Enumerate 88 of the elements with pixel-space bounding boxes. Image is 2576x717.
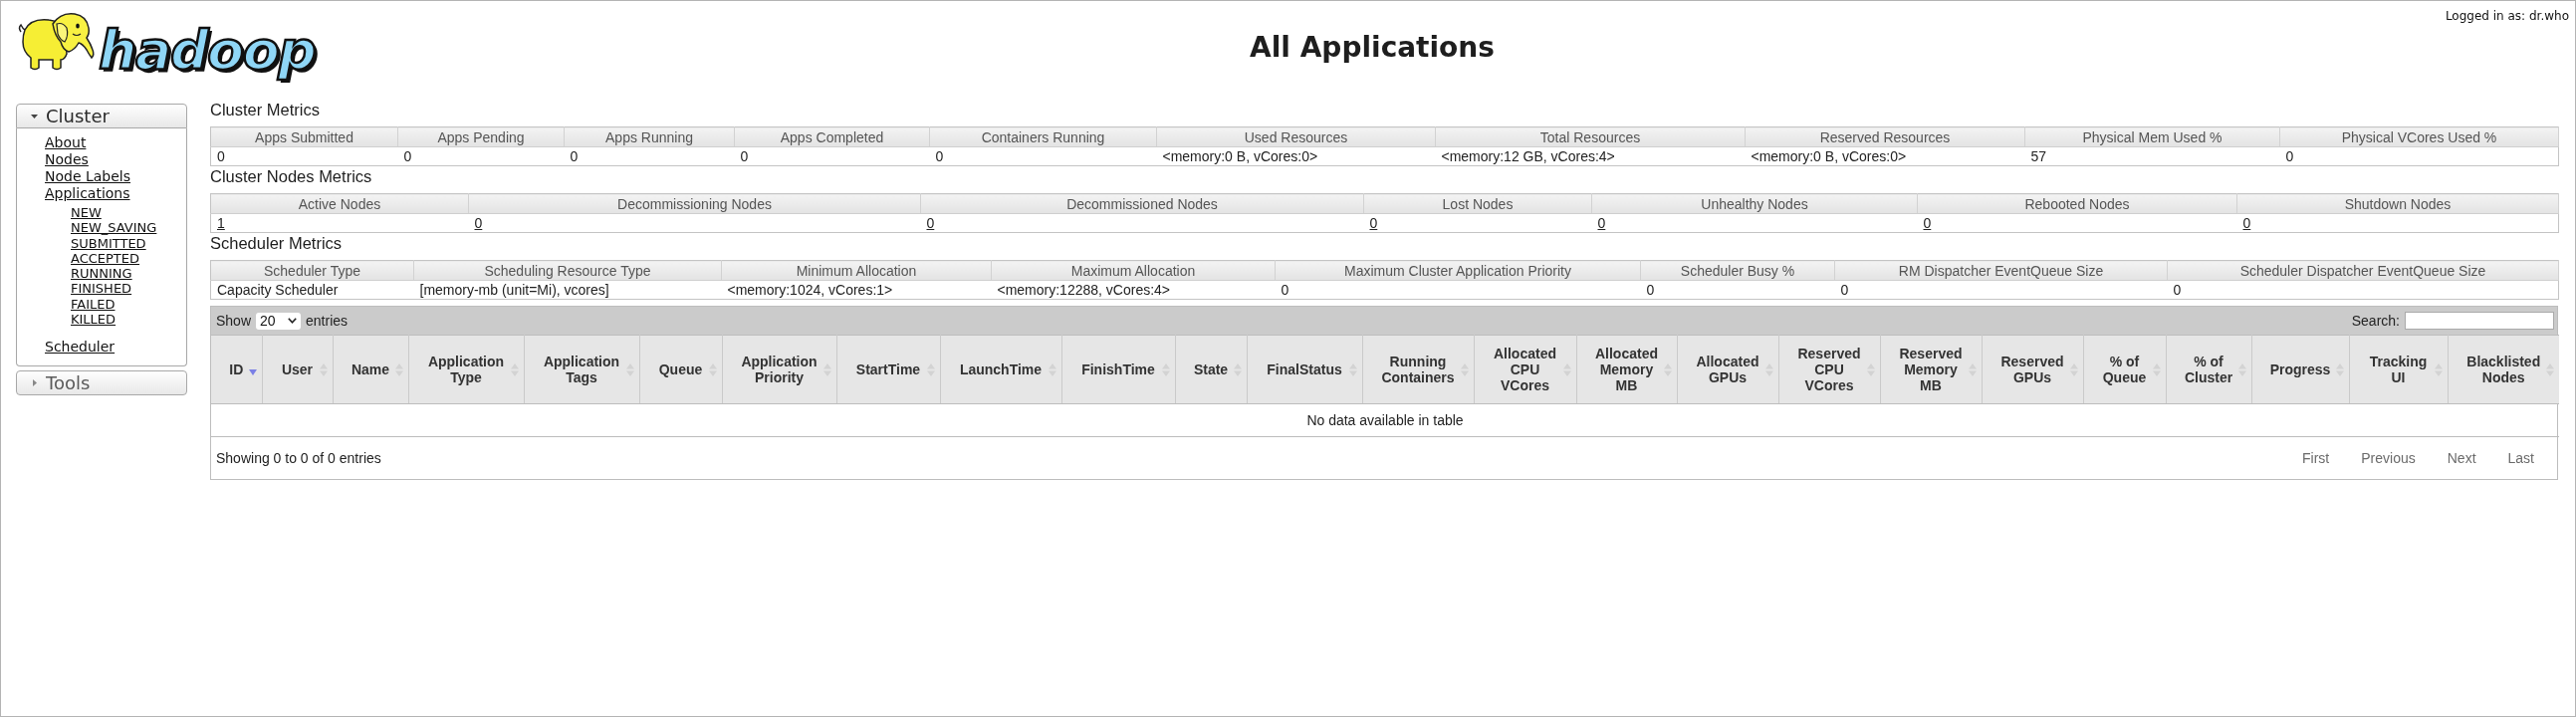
- column-header: Reserved Resources: [1745, 126, 2025, 147]
- search-field[interactable]: [2405, 312, 2554, 330]
- length-label: Show: [216, 312, 252, 330]
- metric-link[interactable]: 0: [474, 214, 483, 231]
- section-title: Cluster Nodes Metrics: [210, 166, 372, 186]
- column-header: Physical VCores Used %: [2279, 126, 2559, 147]
- column-header: Lost Nodes: [1363, 193, 1592, 214]
- column-header[interactable]: Name: [333, 335, 408, 404]
- page-title: All Applications: [1250, 31, 1495, 65]
- nav-link[interactable]: RUNNING: [71, 266, 132, 282]
- chevron-down-icon: [288, 318, 298, 324]
- column-header: Apps Submitted: [210, 126, 398, 147]
- metric-link[interactable]: 0: [1923, 214, 1932, 231]
- column-header[interactable]: Reserved CPU VCores: [1778, 335, 1880, 404]
- column-header[interactable]: Running Containers: [1362, 335, 1474, 404]
- metric-link[interactable]: 0: [926, 214, 935, 231]
- nav-link[interactable]: FINISHED: [71, 281, 132, 297]
- column-header: Apps Running: [564, 126, 735, 147]
- column-header[interactable]: StartTime: [836, 335, 940, 404]
- column-header: Maximum Cluster Application Priority: [1275, 260, 1641, 281]
- nav-link[interactable]: SUBMITTED: [71, 235, 146, 251]
- column-header: Scheduler Busy %: [1640, 260, 1835, 281]
- column-header: Total Resources: [1435, 126, 1746, 147]
- column-header[interactable]: FinishTime: [1061, 335, 1175, 404]
- metric-link[interactable]: 1: [217, 214, 225, 231]
- column-header[interactable]: User: [262, 335, 333, 404]
- column-header[interactable]: Application Type: [408, 335, 524, 404]
- column-header[interactable]: % of Cluster: [2166, 335, 2251, 404]
- nav-link[interactable]: Node Labels: [45, 168, 131, 184]
- column-header: Used Resources: [1156, 126, 1436, 147]
- column-header[interactable]: Blacklisted Nodes: [2448, 335, 2559, 404]
- column-header[interactable]: Tracking UI: [2349, 335, 2448, 404]
- elephant-icon: [17, 10, 97, 72]
- column-header: Decommissioning Nodes: [468, 193, 921, 214]
- metric-link[interactable]: 0: [1369, 214, 1378, 231]
- logo-wordmark: hadoop: [99, 22, 316, 80]
- column-header[interactable]: FinalStatus: [1247, 335, 1362, 404]
- column-header: Active Nodes: [210, 193, 469, 214]
- column-header: Scheduler Type: [210, 260, 414, 281]
- caret-right-icon: [33, 379, 37, 387]
- column-header[interactable]: LaunchTime: [940, 335, 1061, 404]
- column-header[interactable]: Allocated GPUs: [1677, 335, 1778, 404]
- column-header[interactable]: Queue: [639, 335, 722, 404]
- column-header[interactable]: Application Priority: [722, 335, 836, 404]
- nav-link[interactable]: Scheduler: [45, 339, 116, 356]
- nav-link[interactable]: FAILED: [71, 296, 116, 312]
- column-header: Rebooted Nodes: [1917, 193, 2237, 214]
- column-header: Scheduler Dispatcher EventQueue Size: [2167, 260, 2559, 281]
- column-header[interactable]: Allocated CPU VCores: [1474, 335, 1576, 404]
- nav-link[interactable]: NEW: [71, 205, 102, 220]
- length-suffix: entries: [306, 312, 349, 330]
- column-header: Shutdown Nodes: [2236, 193, 2559, 214]
- column-header: Containers Running: [929, 126, 1157, 147]
- section-title: Cluster Metrics: [210, 100, 320, 120]
- column-header: Physical Mem Used %: [2024, 126, 2280, 147]
- column-header[interactable]: ID: [211, 335, 262, 404]
- caret-down-icon: [31, 114, 38, 119]
- column-header[interactable]: % of Queue: [2083, 335, 2166, 404]
- column-header[interactable]: Progress: [2251, 335, 2349, 404]
- column-header: Maximum Allocation: [991, 260, 1276, 281]
- column-header: RM Dispatcher EventQueue Size: [1834, 260, 2168, 281]
- column-header: Decommissioned Nodes: [920, 193, 1364, 214]
- column-header[interactable]: Reserved Memory MB: [1880, 335, 1982, 404]
- empty-table-message: No data available in table: [211, 403, 2559, 437]
- column-header[interactable]: Reserved GPUs: [1982, 335, 2083, 404]
- section-header[interactable]: Cluster: [16, 104, 187, 128]
- section-header[interactable]: Tools: [16, 370, 187, 396]
- column-header: Apps Completed: [734, 126, 930, 147]
- column-header: Minimum Allocation: [721, 260, 992, 281]
- nav-link[interactable]: ACCEPTED: [71, 250, 140, 266]
- column-header[interactable]: Allocated Memory MB: [1576, 335, 1677, 404]
- metric-link[interactable]: 0: [2242, 214, 2251, 231]
- metric-link[interactable]: 0: [1597, 214, 1606, 231]
- nav-link[interactable]: Applications: [45, 185, 130, 201]
- nav-link[interactable]: NEW_SAVING: [71, 220, 157, 236]
- column-header: Scheduling Resource Type: [413, 260, 722, 281]
- nav-link[interactable]: KILLED: [71, 312, 117, 328]
- column-header[interactable]: State: [1175, 335, 1247, 404]
- table-info: Showing 0 to 0 of 0 entries: [216, 449, 381, 467]
- column-header[interactable]: Application Tags: [524, 335, 639, 404]
- section-title: Scheduler Metrics: [210, 233, 343, 253]
- page-length-select[interactable]: 20: [256, 312, 302, 330]
- column-header: Unhealthy Nodes: [1591, 193, 1918, 214]
- nav-link[interactable]: About: [45, 134, 87, 150]
- logged-in-label: Logged in as: dr.who: [2445, 9, 2569, 24]
- nav-link[interactable]: Nodes: [45, 151, 89, 167]
- search-label: Search:: [2351, 312, 2400, 330]
- column-header: Apps Pending: [397, 126, 565, 147]
